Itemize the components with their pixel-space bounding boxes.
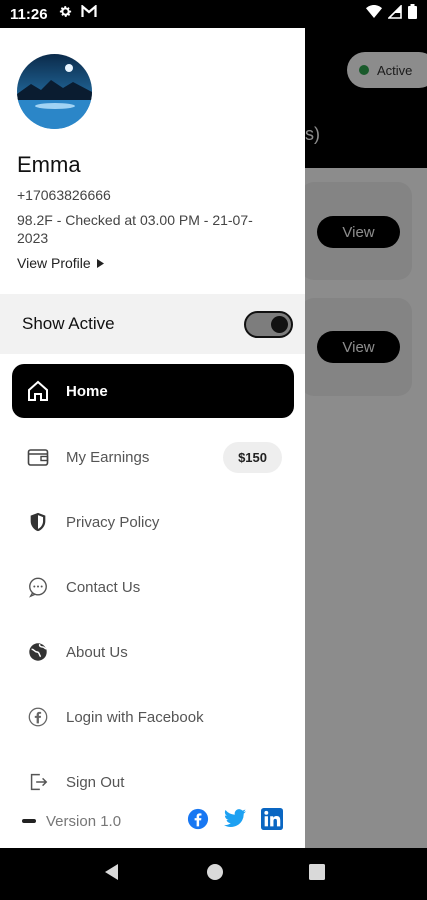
- menu-item-label: Contact Us: [66, 578, 141, 596]
- caret-right-icon: [96, 255, 104, 271]
- profile-name: Emma: [17, 152, 81, 177]
- show-active-toggle[interactable]: [244, 310, 293, 338]
- home-icon: [26, 379, 50, 403]
- twitter-icon[interactable]: [223, 808, 247, 834]
- menu-item-label: Login with Facebook: [66, 708, 204, 726]
- navigation-drawer: Emma +17063826666 98.2F - Checked at 03.…: [0, 28, 305, 848]
- menu-item-home[interactable]: Home: [12, 364, 294, 418]
- view-profile-label: View Profile: [17, 255, 91, 271]
- settings-icon: [58, 4, 73, 24]
- menu-item-label: Sign Out: [66, 773, 125, 791]
- wallet-icon: [26, 445, 50, 469]
- view-profile-link[interactable]: View Profile: [17, 255, 104, 271]
- menu-item-label: Home: [66, 382, 108, 400]
- back-icon[interactable]: [103, 863, 121, 886]
- menu-item-privacy-policy[interactable]: Privacy Policy: [12, 495, 294, 549]
- wifi-icon: [366, 5, 382, 23]
- status-time: 11:26: [10, 5, 48, 23]
- sign-out-icon: [26, 770, 50, 794]
- avatar[interactable]: [17, 54, 92, 129]
- menu-item-label: About Us: [66, 643, 128, 661]
- earnings-amount-badge: $150: [223, 441, 282, 473]
- linkedin-icon[interactable]: [261, 807, 283, 835]
- signal-icon: [387, 3, 402, 24]
- app-logo-icon: [22, 812, 36, 830]
- show-active-row: Show Active: [0, 294, 305, 354]
- system-nav-bar: [0, 848, 427, 900]
- home-circle-icon[interactable]: [206, 863, 224, 886]
- profile-phone: +17063826666: [17, 187, 111, 203]
- gmail-icon: [80, 4, 97, 23]
- globe-icon: [26, 640, 50, 664]
- battery-icon: [408, 4, 417, 24]
- drawer-footer: Version 1.0: [0, 794, 305, 848]
- menu-item-label: My Earnings: [66, 448, 150, 466]
- status-bar: 11:26: [0, 0, 427, 28]
- app-version: Version 1.0: [46, 812, 122, 830]
- chat-bubble-icon: [26, 575, 50, 599]
- menu-item-login-facebook[interactable]: Login with Facebook: [12, 690, 294, 744]
- menu-item-contact-us[interactable]: Contact Us: [12, 560, 294, 614]
- menu-item-label: Privacy Policy: [66, 513, 160, 531]
- menu-item-earnings[interactable]: My Earnings $150: [12, 430, 294, 484]
- facebook-icon[interactable]: [187, 808, 209, 835]
- show-active-label: Show Active: [22, 314, 115, 333]
- facebook-outline-icon: [26, 705, 50, 729]
- profile-temperature-status: 98.2F - Checked at 03.00 PM - 21-07-2023: [17, 212, 253, 246]
- toggle-knob: [271, 315, 288, 333]
- shield-icon: [26, 510, 50, 534]
- recents-icon[interactable]: [308, 863, 325, 885]
- menu-item-about-us[interactable]: About Us: [12, 625, 294, 679]
